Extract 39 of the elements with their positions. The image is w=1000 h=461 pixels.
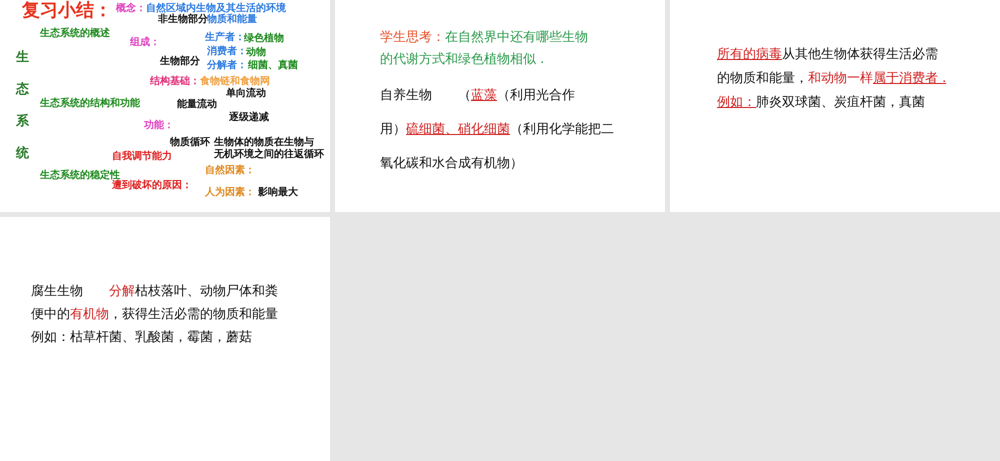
mind-map-label: 自然因素： <box>205 164 255 177</box>
mind-map-label: 自然区域内生物及其生活的环境 <box>146 2 286 14</box>
slide-thumbnail[interactable]: 复习小结： 概念：自然区域内生物及其生活的环境 非生物部分物质和能量 生态系统的概述 组成： 生产者：绿色植物 消费者：动物 生物部分 分解者：细菌、真菌 结构基础：食物链和食物网 单向流动 生态系统的结构和功能 能量流动 逐级递减 功能： 物质循环 生物体的物质在生物与 自我调节能力 无机环境之间的往返循环 生态系统的稳定性 自然因素： 遭到破坏的原因： 人为因素： 影响最大 生态系统 <box>0 0 330 212</box>
slide-paragraph: 自养生物 （蓝藻（利用光合作 用）硫细菌、硝化细菌（利用化学能把二 氧化碳和水合成有机物） <box>380 87 615 173</box>
mind-map-label: 非生物部分 <box>158 13 208 26</box>
mind-map-label: 物质循环 <box>170 136 210 149</box>
mind-map-label: 物质和能量 <box>207 13 257 26</box>
mind-map-label: 生态系统的稳定性 <box>40 169 120 181</box>
mind-map-label: 生态系统的结构和功能 <box>40 97 140 110</box>
mind-map-label: 生态系统的概述 <box>40 27 110 40</box>
mind-map-label: 逐级递减 <box>229 111 269 124</box>
slide-thumbnail[interactable]: 学生思考：在自然界中还有哪些生物 的代谢方式和绿色植物相似 . 自养生物 （蓝藻（利用光合作 用）硫细菌、硝化细菌（利用化学能把二 氧化碳和水合成有机物） <box>335 0 665 212</box>
mind-map-label: 食物链和食物网 <box>200 75 270 87</box>
slide-thumbnail[interactable]: 腐生生物 分解枯枝落叶、动物尸体和粪 便中的有机物，获得生活必需的物质和能量 例如：枯草杆菌、乳酸菌，霉菌，蘑菇 <box>0 217 330 461</box>
mind-map-label: 动物 <box>246 46 266 59</box>
mind-map-label: 能量流动 <box>177 98 217 111</box>
slide-title: 复习小结： <box>22 1 112 21</box>
mind-map-label: 生物体的物质在生物与 <box>214 136 314 148</box>
mind-map-label: 消费者： <box>207 45 247 58</box>
slide-paragraph: 学生思考：在自然界中还有哪些生物 的代谢方式和绿色植物相似 . <box>380 29 589 69</box>
mind-map-label: 影响最大 <box>258 186 298 199</box>
slide-paragraph: 所有的病毒从其他生物体获得生活必需 的物质和能量，和动物一样属于消费者 . 例如：肺炎双球菌、炭疽杆菌，真菌 <box>717 46 948 112</box>
mind-map-label: 概念： <box>116 2 146 15</box>
mind-map-label: 分解者： <box>207 59 247 72</box>
vertical-title: 生态系统 <box>16 49 29 163</box>
mind-map-label: 功能： <box>144 119 174 132</box>
mind-map-label: 单向流动 <box>226 87 266 100</box>
mind-map-label: 生物部分 <box>160 55 200 68</box>
mind-map-label: 细菌、真菌 <box>248 59 298 72</box>
mind-map-label: 人为因素： <box>205 186 255 199</box>
mind-map-label: 绿色植物 <box>244 32 284 45</box>
mind-map-label: 遭到破坏的原因： <box>112 180 192 192</box>
mind-map-label: 组成： <box>130 36 160 49</box>
mind-map-label: 结构基础： <box>150 75 200 88</box>
mind-map-label: 无机环境之间的往返循环 <box>214 148 324 161</box>
mind-map-label: 自我调节能力 <box>112 150 172 163</box>
slide-thumbnail[interactable]: 所有的病毒从其他生物体获得生活必需 的物质和能量，和动物一样属于消费者 . 例如：肺炎双球菌、炭疽杆菌，真菌 <box>670 0 1000 212</box>
mind-map-label: 生产者： <box>205 31 245 44</box>
slide-paragraph: 腐生生物 分解枯枝落叶、动物尸体和粪 便中的有机物，获得生活必需的物质和能量 例如：枯草杆菌、乳酸菌，霉菌，蘑菇 <box>31 283 279 347</box>
